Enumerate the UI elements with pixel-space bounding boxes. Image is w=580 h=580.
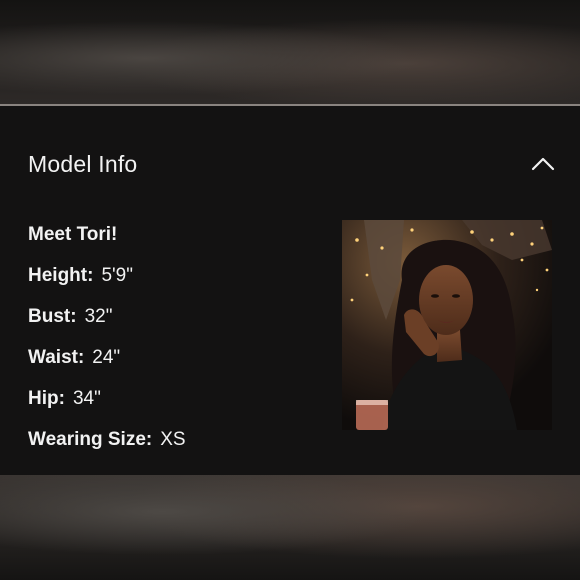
bust-row: Bust: 32"	[28, 305, 186, 346]
wearing-size-value: XS	[160, 429, 186, 450]
model-photo-illustration	[342, 220, 552, 430]
hip-value: 34"	[72, 388, 101, 409]
height-row: Height: 5'9"	[28, 264, 186, 305]
waist-row: Waist: 24"	[28, 346, 186, 387]
model-intro: Meet Tori!	[28, 224, 118, 245]
screen: Model Info Meet Tori! Height: 5'9" Bust: 3…	[0, 0, 580, 580]
collapse-toggle-button[interactable]	[528, 152, 558, 176]
background-photo-top	[0, 0, 580, 106]
chevron-up-icon	[531, 157, 555, 171]
background-photo-bottom	[0, 475, 580, 580]
wearing-size-row: Wearing Size: XS	[28, 428, 186, 469]
bust-label: Bust:	[28, 306, 77, 327]
height-label: Height:	[28, 265, 94, 286]
model-info-panel: Model Info Meet Tori! Height: 5'9" Bust: 3…	[0, 106, 580, 475]
height-value: 5'9"	[101, 265, 133, 286]
wearing-size-label: Wearing Size:	[28, 429, 153, 450]
model-photo	[342, 220, 552, 430]
hip-label: Hip:	[28, 388, 65, 409]
model-details-list: Meet Tori! Height: 5'9" Bust: 32" Waist: 24…	[28, 223, 186, 469]
bust-value: 32"	[84, 306, 113, 327]
waist-label: Waist:	[28, 347, 85, 368]
waist-value: 24"	[92, 347, 121, 368]
panel-title: Model Info	[28, 151, 138, 177]
hip-row: Hip: 34"	[28, 387, 186, 428]
